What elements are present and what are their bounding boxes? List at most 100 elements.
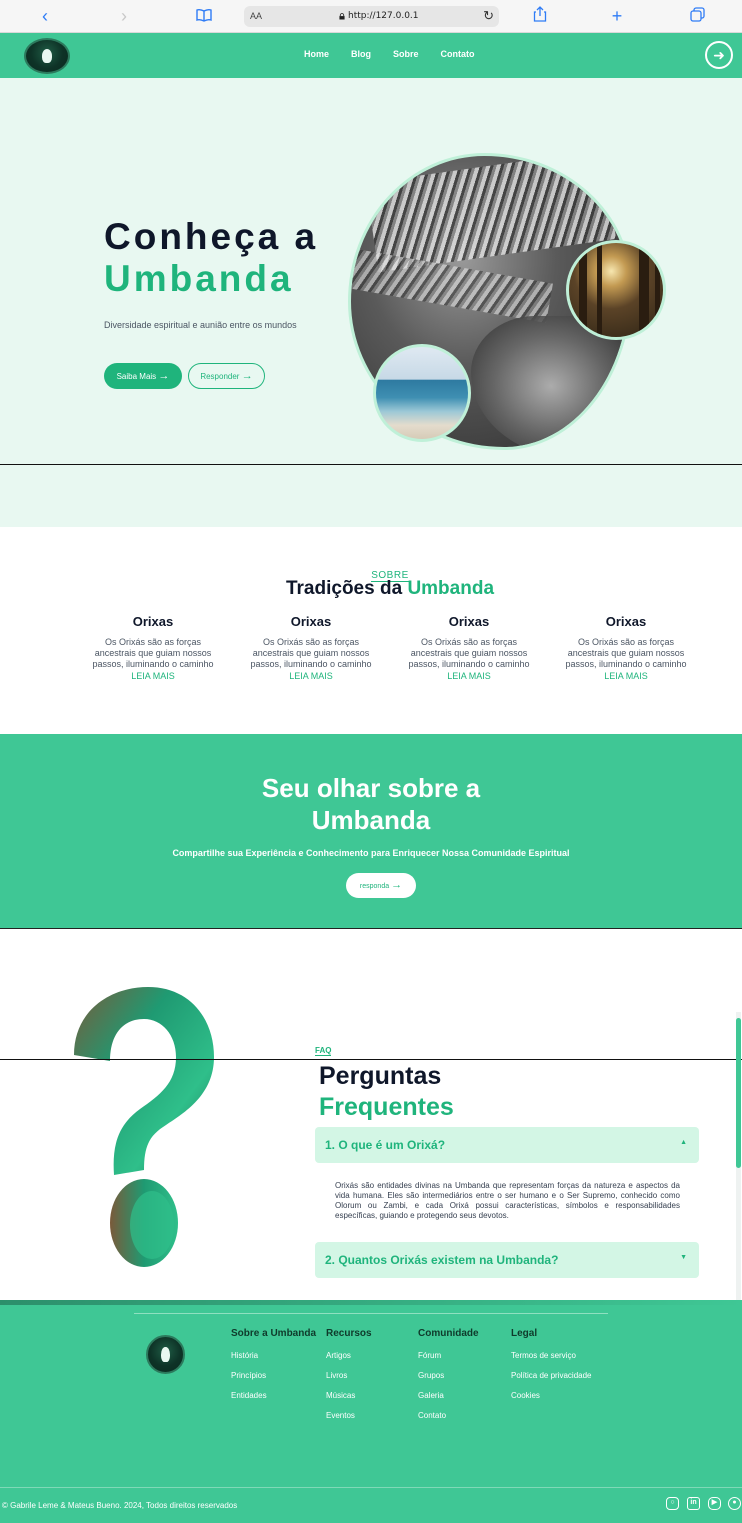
about-title: Tradições da Umbanda — [0, 578, 742, 600]
footer-link[interactable]: Grupos — [418, 1371, 479, 1380]
tabs-icon[interactable] — [687, 6, 707, 26]
footer-link[interactable]: Princípios — [231, 1371, 316, 1380]
login-icon[interactable]: ➜ — [705, 41, 733, 69]
orixa-card: Orixas Os Orixás são as forças ancestrai… — [561, 614, 691, 681]
faq-title: Perguntas Frequentes — [319, 1061, 454, 1123]
nav-link-home[interactable]: Home — [304, 49, 329, 59]
site-navbar: Home Blog Sobre Contato ➜ — [0, 33, 742, 78]
responder-button[interactable]: Responder → — [188, 363, 265, 389]
site-logo[interactable] — [24, 38, 70, 74]
footer-column-title: Comunidade — [418, 1328, 479, 1339]
footer-link[interactable]: Fórum — [418, 1351, 479, 1360]
faq-question-2[interactable]: 2. Quantos Orixás existem na Umbanda? ▼ — [315, 1242, 699, 1278]
orixa-card: Orixas Os Orixás são as forças ancestrai… — [404, 614, 534, 681]
faq-question-1[interactable]: 1. O que é um Orixá? ▲ — [315, 1127, 699, 1163]
card-text: Os Orixás são as forças ancestrais que g… — [565, 637, 687, 669]
share-icon[interactable] — [530, 6, 550, 26]
address-bar[interactable]: AA http://127.0.0.1 ↻ — [244, 6, 499, 27]
footer-column-title: Sobre a Umbanda — [231, 1328, 317, 1339]
page: ‹ › AA http://127.0.0.1 ↻ + Home Blog So… — [0, 0, 742, 1523]
faq-question-text: 1. O que é um Orixá? — [325, 1138, 446, 1152]
footer-link[interactable]: Eventos — [326, 1411, 372, 1420]
footer-link[interactable]: Livros — [326, 1371, 372, 1380]
forest-image — [566, 240, 666, 340]
sea-image — [373, 344, 471, 442]
bookmarks-icon[interactable] — [194, 6, 214, 26]
saiba-mais-label: Saiba Mais — [116, 372, 157, 381]
footer-link[interactable]: Artigos — [326, 1351, 372, 1360]
card-text: Os Orixás são as forças ancestrais que g… — [92, 637, 214, 669]
question-mark-illustration — [74, 987, 214, 1267]
card-title: Orixas — [290, 614, 332, 629]
back-icon[interactable]: ‹ — [35, 6, 55, 26]
chevron-up-icon: ▲ — [680, 1139, 687, 1146]
footer-column-title: Legal — [511, 1328, 538, 1339]
faq-question-text: 2. Quantos Orixás existem na Umbanda? — [325, 1253, 559, 1267]
hero-title-line1: Conheça a — [104, 216, 319, 257]
url-text: http://127.0.0.1 — [348, 11, 419, 21]
cta-title: Seu olhar sobre a Umbanda — [0, 772, 742, 836]
cta-title-line1: Seu olhar sobre a — [261, 773, 481, 803]
faq-title-line2: Frequentes — [319, 1093, 454, 1121]
arrow-right-icon: → — [391, 879, 403, 891]
footer-column-title: Recursos — [326, 1328, 372, 1339]
cta-title-line2: Umbanda — [311, 805, 431, 835]
hero-title: Conheça a Umbanda — [104, 216, 318, 300]
card-title: Orixas — [132, 614, 174, 629]
faq-answer-1: Orixás são entidades divinas na Umbanda … — [335, 1181, 680, 1220]
footer-logo[interactable] — [146, 1335, 185, 1374]
divider — [0, 1059, 742, 1060]
footer-link[interactable]: Músicas — [326, 1391, 372, 1400]
cta-subtitle: Compartilhe sua Experiência e Conhecimen… — [172, 848, 570, 858]
browser-toolbar: ‹ › AA http://127.0.0.1 ↻ + — [0, 0, 742, 33]
linkedin-icon[interactable]: in — [687, 1497, 700, 1510]
divider — [0, 1487, 742, 1488]
footer-link[interactable]: Política de privacidade — [511, 1371, 592, 1380]
leia-mais-link[interactable]: LEIA MAIS — [246, 671, 376, 681]
text-size-button[interactable]: AA — [250, 11, 262, 21]
footer-column-legal: Legal Termos de serviço Política de priv… — [511, 1328, 592, 1411]
copyright-text: © Gabrile Leme & Mateus Bueno. 2024, Tod… — [2, 1501, 238, 1510]
footer-link[interactable]: Contato — [418, 1411, 479, 1420]
faq-kicker: FAQ — [315, 1046, 332, 1056]
leia-mais-link[interactable]: LEIA MAIS — [561, 671, 691, 681]
orixa-card: Orixas Os Orixás são as forças ancestrai… — [88, 614, 218, 681]
nav-link-sobre[interactable]: Sobre — [393, 49, 419, 59]
instagram-icon[interactable]: ○ — [666, 1497, 679, 1510]
nav-link-contato[interactable]: Contato — [441, 49, 475, 59]
new-tab-icon[interactable]: + — [607, 6, 627, 26]
hero-title-line2: Umbanda — [104, 258, 294, 299]
responder-label: Responder — [200, 372, 240, 381]
divider — [0, 928, 742, 929]
footer-column-recursos: Recursos Artigos Livros Músicas Eventos — [326, 1328, 372, 1431]
github-icon[interactable]: ● — [728, 1497, 741, 1510]
arrow-right-icon: → — [241, 370, 253, 382]
forward-icon[interactable]: › — [114, 6, 134, 26]
scrollbar-thumb[interactable] — [736, 1018, 741, 1168]
arrow-right-icon: → — [158, 370, 170, 382]
footer-link[interactable]: Cookies — [511, 1391, 592, 1400]
footer-link[interactable]: Galeria — [418, 1391, 479, 1400]
card-text: Os Orixás são as forças ancestrais que g… — [408, 637, 530, 669]
orixa-card: Orixas Os Orixás são as forças ancestrai… — [246, 614, 376, 681]
chevron-down-icon: ▼ — [680, 1254, 687, 1261]
nav-link-blog[interactable]: Blog — [351, 49, 371, 59]
faq-scrollbar[interactable] — [736, 1012, 741, 1300]
about-title-highlight: Umbanda — [407, 578, 495, 599]
nav-links: Home Blog Sobre Contato — [304, 49, 497, 59]
saiba-mais-button[interactable]: Saiba Mais → — [104, 363, 182, 389]
leia-mais-link[interactable]: LEIA MAIS — [88, 671, 218, 681]
card-title: Orixas — [605, 614, 647, 629]
footer-top-border — [0, 1300, 742, 1305]
reload-icon[interactable]: ↻ — [483, 8, 494, 24]
footer-link[interactable]: Entidades — [231, 1391, 316, 1400]
footer-column-comunidade: Comunidade Fórum Grupos Galeria Contato — [418, 1328, 479, 1431]
footer-link[interactable]: História — [231, 1351, 316, 1360]
leia-mais-link[interactable]: LEIA MAIS — [404, 671, 534, 681]
footer-column-sobre: Sobre a Umbanda História Princípios Enti… — [231, 1328, 316, 1411]
responda-button[interactable]: responda → — [346, 873, 416, 898]
youtube-icon[interactable]: ▶ — [708, 1497, 721, 1510]
faq-title-line1: Perguntas — [319, 1062, 442, 1090]
responda-label: responda — [359, 883, 390, 890]
footer-link[interactable]: Termos de serviço — [511, 1351, 592, 1360]
